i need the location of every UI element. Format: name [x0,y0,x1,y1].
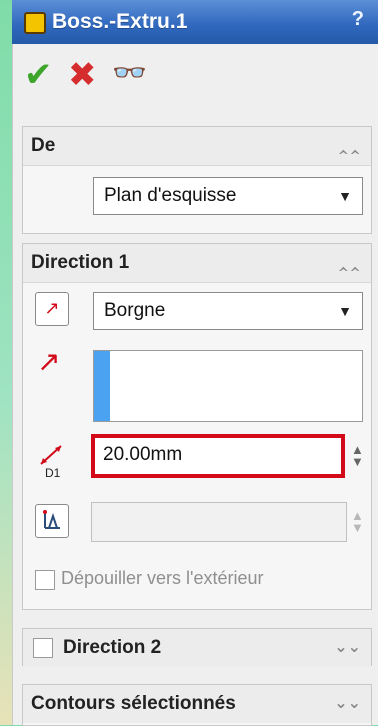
check-icon: ✔ [24,56,53,94]
selected-contours-group-header[interactable]: Contours sélectionnés ⌄⌄ [23,685,371,723]
from-group: De ‸‸ Plan d'esquisse ▼ [22,126,372,234]
direction2-group-title: Direction 2 [63,637,162,658]
action-toolbar: ✔ ✖ 👓 [12,54,378,104]
direction2-checkbox[interactable] [33,638,53,658]
ok-button[interactable]: ✔ [24,58,53,92]
direction1-group-title: Direction 1 [31,252,130,273]
property-manager-panel: Boss.-Extru.1 ? ✔ ✖ 👓 De ‸‸ Plan d'esqui… [12,0,378,726]
depth-spinner[interactable]: ▲ ▼ [351,443,364,468]
dropdown-arrow-icon: ▼ [338,303,352,319]
draft-outward-checkbox[interactable] [35,570,55,590]
reverse-direction-icon: ↗ [44,298,60,318]
direction1-group-header[interactable]: Direction 1 ‸‸ [23,244,371,283]
cancel-button[interactable]: ✖ [68,58,97,92]
draft-outward-label: Dépouiller vers l'extérieur [61,568,264,588]
detailed-preview-button[interactable]: 👓 [112,56,147,90]
draft-angle-input [91,502,347,542]
selected-contours-group: Contours sélectionnés ⌄⌄ [22,684,372,726]
dropdown-arrow-icon: ▼ [338,188,352,204]
depth-input[interactable]: 20.00mm [91,434,345,478]
expand-chevron-icon[interactable]: ⌄⌄ [334,629,361,667]
draft-icon [43,510,60,529]
from-group-title: De [31,135,56,156]
direction1-group: Direction 1 ‸‸ ↗ Borgne ▼ ↗ D1 20.00mm ▲ [22,243,372,610]
collapse-chevron-icon[interactable]: ‸‸ [338,127,361,165]
from-group-header[interactable]: De ‸‸ [23,127,371,166]
expand-chevron-icon[interactable]: ⌄⌄ [334,685,361,723]
feature-titlebar: Boss.-Extru.1 ? [12,0,378,44]
extrude-feature-icon [24,12,46,34]
collapse-chevron-icon[interactable]: ‸‸ [338,244,361,282]
direction2-group-header[interactable]: Direction 2 ⌄⌄ [23,629,371,667]
spin-down-icon[interactable]: ▼ [351,455,364,468]
start-condition-value: Plan d'esquisse [104,185,237,206]
selected-contours-group-title: Contours sélectionnés [31,693,236,714]
end-condition-dropdown[interactable]: Borgne ▼ [93,292,363,330]
help-icon[interactable]: ? [352,8,364,31]
glasses-icon: 👓 [112,57,147,88]
direction2-group: Direction 2 ⌄⌄ [22,628,372,667]
reverse-direction-button[interactable]: ↗ [35,292,69,326]
draft-toggle-button[interactable] [35,504,69,538]
start-condition-dropdown[interactable]: Plan d'esquisse ▼ [93,177,363,215]
selection-active-stripe [94,351,110,421]
x-icon: ✖ [68,56,97,94]
direction-vector-icon: ↗ [37,346,61,377]
depth-value: 20.00mm [103,444,183,465]
spin-down-icon: ▼ [351,520,364,535]
depth-badge: D1 [45,466,61,480]
direction-vector-selection-box[interactable] [93,350,363,422]
end-condition-value: Borgne [104,300,166,321]
feature-title: Boss.-Extru.1 [52,10,188,33]
draft-angle-spinner: ▲ ▼ [351,509,364,535]
